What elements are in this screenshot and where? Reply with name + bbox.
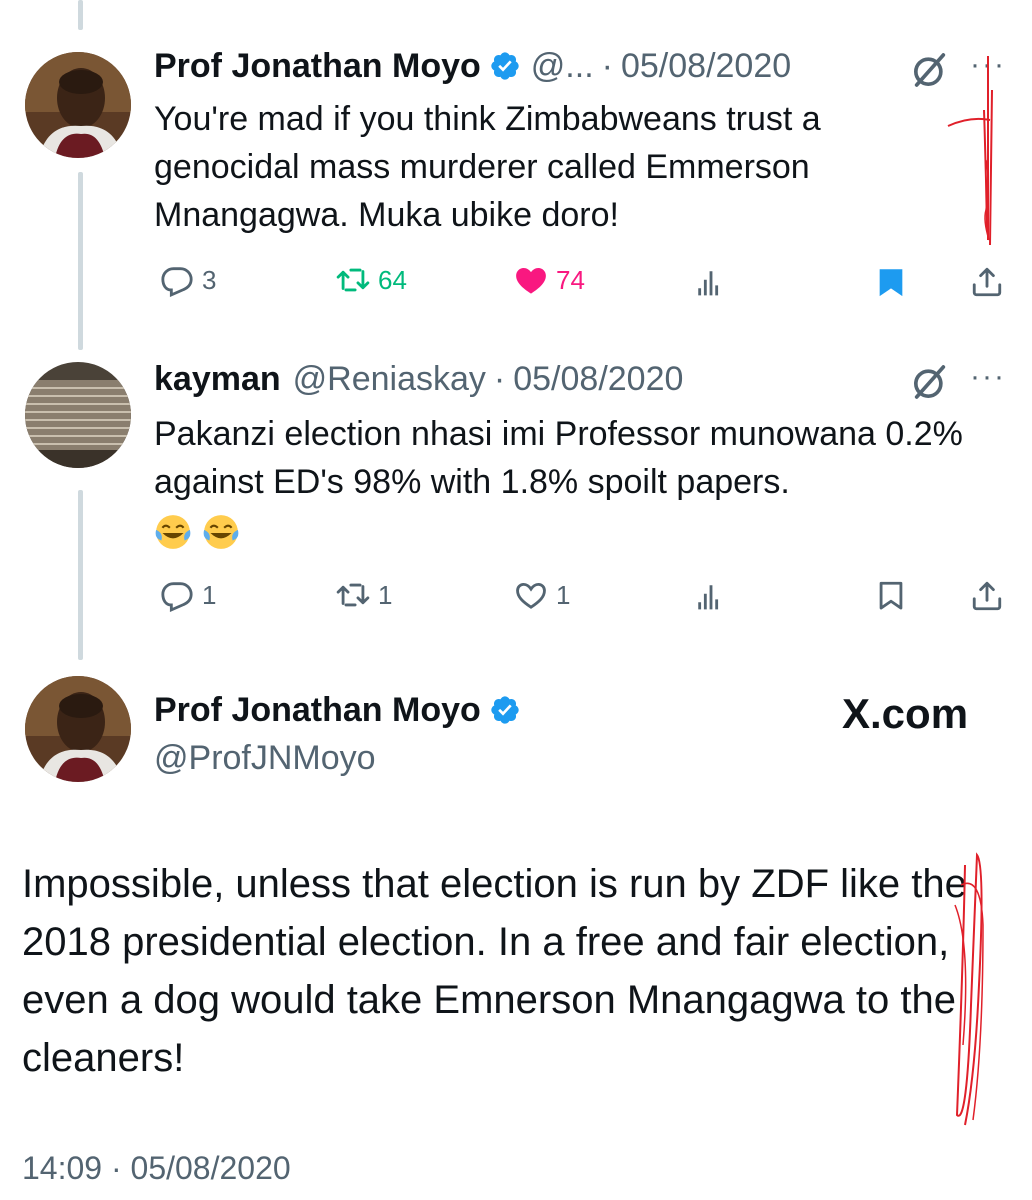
tweet-text: Impossible, unless that election is run … [22,862,967,1080]
bookmark-filled-icon [874,265,908,299]
reply-button[interactable]: 3 [160,260,216,300]
reply-icon [160,263,194,297]
like-count: 74 [556,264,585,295]
reply-count: 3 [202,264,217,295]
tweet-text: Pakanzi election nhasi imi Professor mun… [154,410,984,554]
date-separator: · [493,359,506,398]
retweet-icon [336,578,370,612]
retweet-count: 64 [378,264,407,295]
views-button[interactable] [694,264,736,304]
date-separator: · [110,1150,122,1186]
reply-count: 1 [202,579,217,610]
grok-icon[interactable] [910,362,950,402]
timestamp[interactable]: 14:09 · 05/08/2020 [22,1150,291,1187]
avatar[interactable] [25,362,131,468]
date-separator: · [601,46,613,85]
views-button[interactable] [694,578,736,618]
like-button[interactable]: 1 [514,575,570,615]
like-button[interactable]: 74 [514,260,585,300]
x-com-watermark: X.com [842,690,969,737]
tweet-date[interactable]: 05/08/2020 [621,47,791,86]
verified-badge-icon [489,694,521,726]
avatar-image [25,362,131,468]
views-icon [694,267,728,301]
views-icon [694,581,728,615]
author-name[interactable]: Prof Jonathan Moyo [154,691,481,730]
tweet-date: 05/08/2020 [130,1150,291,1186]
author-handle[interactable]: @Reniaskay [293,360,486,399]
author-line: Prof Jonathan Moyo [154,688,531,732]
tweet-time: 14:09 [22,1150,103,1186]
author-name[interactable]: kayman [154,360,281,399]
thread-connector-1 [78,172,83,350]
red-pen-annotation-bottom [954,852,984,1126]
author-handle[interactable]: @ProfJNMoyo [154,736,376,780]
thread-connector-top [78,0,83,30]
more-options-button[interactable]: ··· [970,360,1006,394]
tweet-text: You're mad if you think Zimbabweans trus… [154,100,821,234]
avatar[interactable] [25,52,131,158]
heart-icon [514,578,548,612]
author-name[interactable]: Prof Jonathan Moyo [154,47,481,86]
share-button[interactable] [970,576,1012,616]
share-icon [970,265,1004,299]
verified-badge-icon [489,50,521,82]
retweet-count: 1 [378,579,393,610]
avatar-image [25,676,131,782]
red-pen-annotation-top [947,56,993,246]
tweet-header: Prof Jonathan Moyo @... · 05/08/2020 [154,44,791,88]
bookmark-button[interactable] [874,576,916,616]
retweet-button[interactable]: 64 [336,260,407,300]
heart-filled-icon [514,263,548,297]
reply-icon [160,578,194,612]
author-handle[interactable]: @... [531,47,594,86]
avatar-image [25,52,131,158]
face-with-tears-of-joy-icon [155,515,191,549]
retweet-button[interactable]: 1 [336,575,392,615]
thread-connector-2 [78,490,83,660]
bookmark-icon [874,579,908,613]
tweet-text-content: Pakanzi election nhasi imi Professor mun… [154,415,963,501]
retweet-icon [336,263,370,297]
share-icon [970,579,1004,613]
tweet-header: kayman @Reniaskay · 05/08/2020 [154,357,683,401]
bookmark-button[interactable] [874,262,916,302]
tweet-date[interactable]: 05/08/2020 [513,360,683,399]
share-button[interactable] [970,262,1012,302]
face-with-tears-of-joy-icon [203,515,239,549]
like-count: 1 [556,579,571,610]
avatar[interactable] [25,676,131,782]
reply-button[interactable]: 1 [160,575,216,615]
